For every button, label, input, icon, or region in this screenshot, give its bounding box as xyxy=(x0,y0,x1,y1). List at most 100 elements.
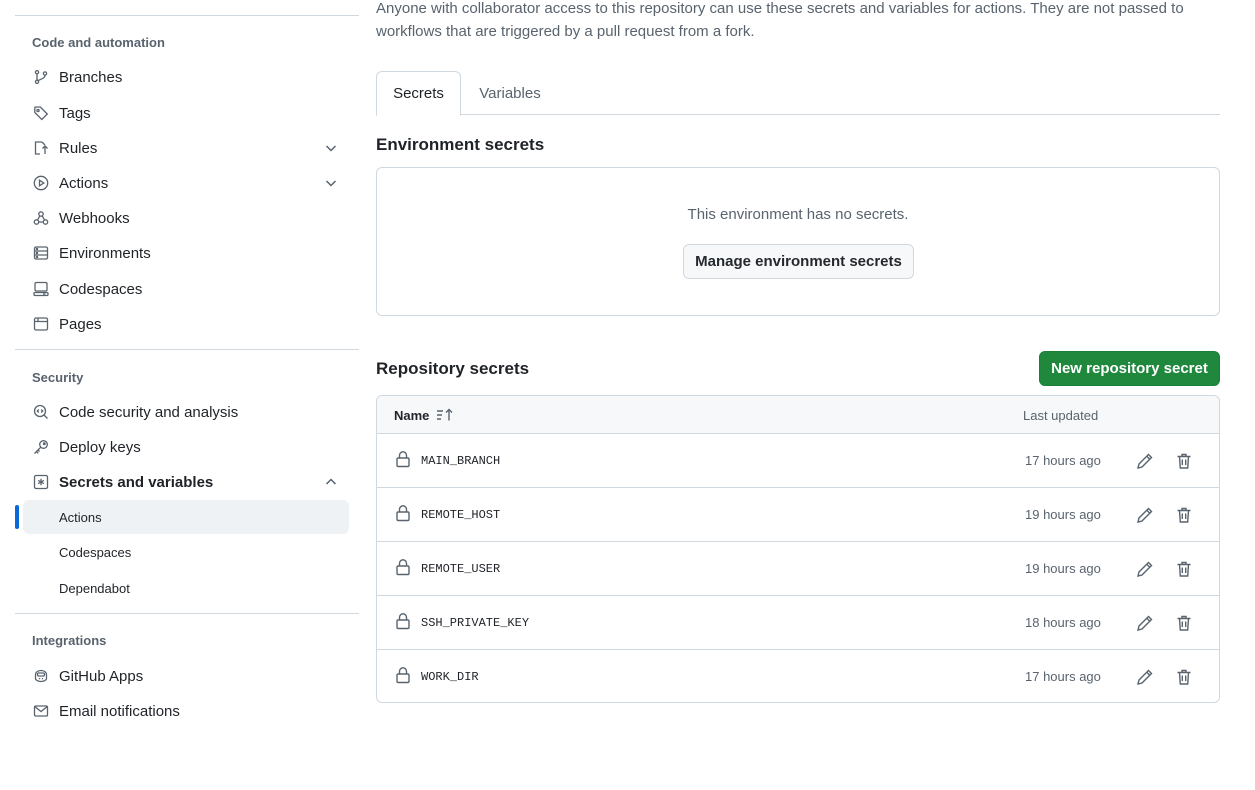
sidebar-item-webhooks[interactable]: Webhooks xyxy=(23,201,349,235)
table-row: REMOTE_HOST 19 hours ago xyxy=(377,488,1219,542)
lock-icon xyxy=(395,504,411,522)
sidebar-item-github-apps[interactable]: GitHub Apps xyxy=(23,659,349,693)
browser-icon xyxy=(33,316,49,332)
secret-updated-time: 19 hours ago xyxy=(1025,561,1101,576)
sidebar-divider xyxy=(15,15,359,16)
sidebar-divider xyxy=(15,349,359,350)
sidebar-item-branches[interactable]: Branches xyxy=(23,60,349,94)
branch-icon xyxy=(33,69,49,85)
lock-icon xyxy=(395,666,411,684)
table-row: WORK_DIR 17 hours ago xyxy=(377,650,1219,702)
sidebar-item-rules[interactable]: Rules xyxy=(23,131,349,165)
tab-variables[interactable]: Variables xyxy=(466,71,554,115)
secret-name: REMOTE_HOST xyxy=(421,508,501,522)
sidebar-item-label: GitHub Apps xyxy=(59,667,144,685)
sidebar-item-label: Deploy keys xyxy=(59,438,141,456)
secrets-variables-tabs: Secrets Variables xyxy=(376,71,1220,116)
sidebar-subitem-label: Codespaces xyxy=(59,544,132,560)
table-row: SSH_PRIVATE_KEY 18 hours ago xyxy=(377,596,1219,650)
table-row: MAIN_BRANCH 17 hours ago xyxy=(377,434,1219,488)
lock-icon xyxy=(395,612,411,630)
pencil-icon[interactable] xyxy=(1135,559,1155,579)
asterisk-icon xyxy=(33,474,49,490)
secret-name: REMOTE_USER xyxy=(421,562,501,576)
name-column-header[interactable]: Name xyxy=(394,407,454,423)
sort-ascending-icon[interactable] xyxy=(429,407,454,423)
sidebar-subitem-label: Actions xyxy=(59,509,102,525)
chevron-down-icon[interactable] xyxy=(323,140,339,156)
chevron-down-icon[interactable] xyxy=(323,175,339,191)
repository-secrets-table: Name Last updated MAIN_BRANCH 17 hours a… xyxy=(376,395,1220,703)
sidebar-item-label: Environments xyxy=(59,244,151,262)
sidebar-item-actions[interactable]: Actions xyxy=(23,166,349,200)
column-label: Name xyxy=(394,407,430,423)
sidebar-item-secrets-and-variables[interactable]: Secrets and variables xyxy=(23,465,349,499)
sidebar-item-label: Branches xyxy=(59,68,123,86)
section-heading-integrations: Integrations xyxy=(32,633,107,648)
last-updated-column-header: Last updated xyxy=(1023,408,1099,423)
table-row: REMOTE_USER 19 hours ago xyxy=(377,542,1219,596)
intro-description: Anyone with collaborator access to this … xyxy=(376,0,1184,40)
active-item-indicator xyxy=(15,505,19,529)
sidebar-item-pages[interactable]: Pages xyxy=(23,307,349,341)
pencil-icon[interactable] xyxy=(1135,613,1155,633)
settings-sidebar: Code and automation Branches Tags Rules … xyxy=(15,0,359,790)
environment-secrets-title: Environment secrets xyxy=(376,135,545,154)
sidebar-subitem-label: Dependabot xyxy=(59,580,130,596)
main-content: Anyone with collaborator access to this … xyxy=(376,0,1220,790)
pencil-icon[interactable] xyxy=(1135,505,1155,525)
repository-secrets-title: Repository secrets xyxy=(376,359,530,378)
sidebar-item-label: Codespaces xyxy=(59,280,143,298)
trash-icon[interactable] xyxy=(1174,505,1194,525)
secret-updated-time: 17 hours ago xyxy=(1025,453,1101,468)
trash-icon[interactable] xyxy=(1174,667,1194,687)
sidebar-item-tags[interactable]: Tags xyxy=(23,96,349,130)
mail-icon xyxy=(33,703,49,719)
sidebar-subitem-actions[interactable]: Actions xyxy=(23,500,349,534)
sidebar-item-label: Email notifications xyxy=(59,702,180,720)
tag-icon xyxy=(33,105,49,121)
sidebar-item-code-security[interactable]: Code security and analysis xyxy=(23,395,349,429)
section-heading-security: Security xyxy=(32,370,84,385)
sidebar-subitem-dependabot[interactable]: Dependabot xyxy=(23,571,349,605)
webhook-icon xyxy=(33,210,49,226)
codescan-icon xyxy=(33,404,49,420)
new-repository-secret-button[interactable]: New repository secret xyxy=(1039,351,1220,386)
codespaces-icon xyxy=(33,281,49,297)
sidebar-item-label: Actions xyxy=(59,174,109,192)
trash-icon[interactable] xyxy=(1174,451,1194,471)
sidebar-item-deploy-keys[interactable]: Deploy keys xyxy=(23,430,349,464)
sidebar-item-email-notifications[interactable]: Email notifications xyxy=(23,694,349,728)
copilot-app-icon xyxy=(33,668,49,684)
sidebar-item-label: Code security and analysis xyxy=(59,403,239,421)
section-heading-code-automation: Code and automation xyxy=(32,35,165,50)
secret-name: SSH_PRIVATE_KEY xyxy=(421,616,530,630)
sidebar-subitem-codespaces[interactable]: Codespaces xyxy=(23,535,349,569)
secret-updated-time: 19 hours ago xyxy=(1025,507,1101,522)
secret-updated-time: 17 hours ago xyxy=(1025,669,1101,684)
sidebar-item-label: Webhooks xyxy=(59,209,130,227)
play-icon xyxy=(33,175,49,191)
server-icon xyxy=(33,245,49,261)
manage-environment-secrets-button[interactable]: Manage environment secrets xyxy=(683,244,914,279)
sidebar-item-label: Secrets and variables xyxy=(59,473,214,491)
secret-name: WORK_DIR xyxy=(421,670,479,684)
key-icon xyxy=(33,439,49,455)
pencil-icon[interactable] xyxy=(1135,667,1155,687)
pencil-icon[interactable] xyxy=(1135,451,1155,471)
sidebar-item-environments[interactable]: Environments xyxy=(23,236,349,270)
lock-icon xyxy=(395,558,411,576)
trash-icon[interactable] xyxy=(1174,559,1194,579)
tab-secrets[interactable]: Secrets xyxy=(376,71,461,116)
empty-state-text: This environment has no secrets. xyxy=(687,206,909,223)
table-header: Name Last updated xyxy=(377,396,1219,434)
secret-name: MAIN_BRANCH xyxy=(421,454,501,468)
lock-icon xyxy=(395,450,411,468)
secret-updated-time: 18 hours ago xyxy=(1025,615,1101,630)
sidebar-item-codespaces[interactable]: Codespaces xyxy=(23,272,349,306)
sidebar-item-label: Tags xyxy=(59,104,91,122)
trash-icon[interactable] xyxy=(1174,613,1194,633)
environment-secrets-box: This environment has no secrets. Manage … xyxy=(376,167,1220,316)
chevron-up-icon[interactable] xyxy=(323,474,339,490)
sidebar-item-label: Rules xyxy=(59,139,98,157)
